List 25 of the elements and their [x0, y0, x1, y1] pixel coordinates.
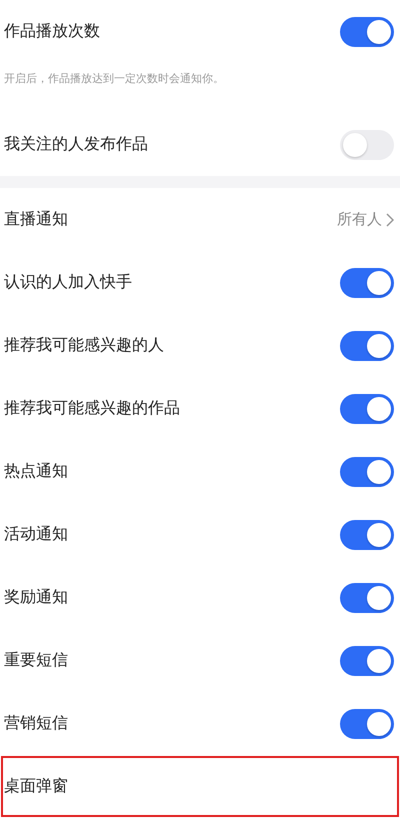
setting-label: 推荐我可能感兴趣的人 [4, 335, 164, 356]
setting-label: 重要短信 [4, 650, 68, 671]
setting-label: 营销短信 [4, 713, 68, 734]
toggle-switch[interactable] [340, 268, 394, 298]
setting-label: 推荐我可能感兴趣的作品 [4, 398, 180, 419]
setting-label: 奖励通知 [4, 587, 68, 608]
toggle-switch[interactable] [340, 330, 394, 360]
setting-label: 作品播放次数 [4, 21, 100, 42]
option-link[interactable]: 所有人 [337, 210, 394, 229]
toggle-switch[interactable] [340, 130, 394, 160]
toggle-switch[interactable] [340, 520, 394, 550]
toggle-switch[interactable] [340, 646, 394, 676]
setting-label: 活动通知 [4, 524, 68, 545]
toggle-switch[interactable] [340, 456, 394, 486]
setting-label: 热点通知 [4, 461, 68, 482]
toggle-switch[interactable] [340, 582, 394, 612]
toggle-switch[interactable] [340, 394, 394, 424]
toggle-switch[interactable] [340, 708, 394, 738]
setting-label: 认识的人加入快手 [4, 272, 132, 293]
setting-label: 直播通知 [4, 209, 68, 230]
chevron-right-icon [386, 212, 394, 226]
hint-text: 开启后，作品播放达到一定次数时会通知你。 [4, 71, 224, 86]
setting-label: 我关注的人发布作品 [4, 134, 148, 155]
setting-label: 桌面弹窗 [4, 776, 68, 797]
toggle-switch[interactable] [340, 16, 394, 46]
